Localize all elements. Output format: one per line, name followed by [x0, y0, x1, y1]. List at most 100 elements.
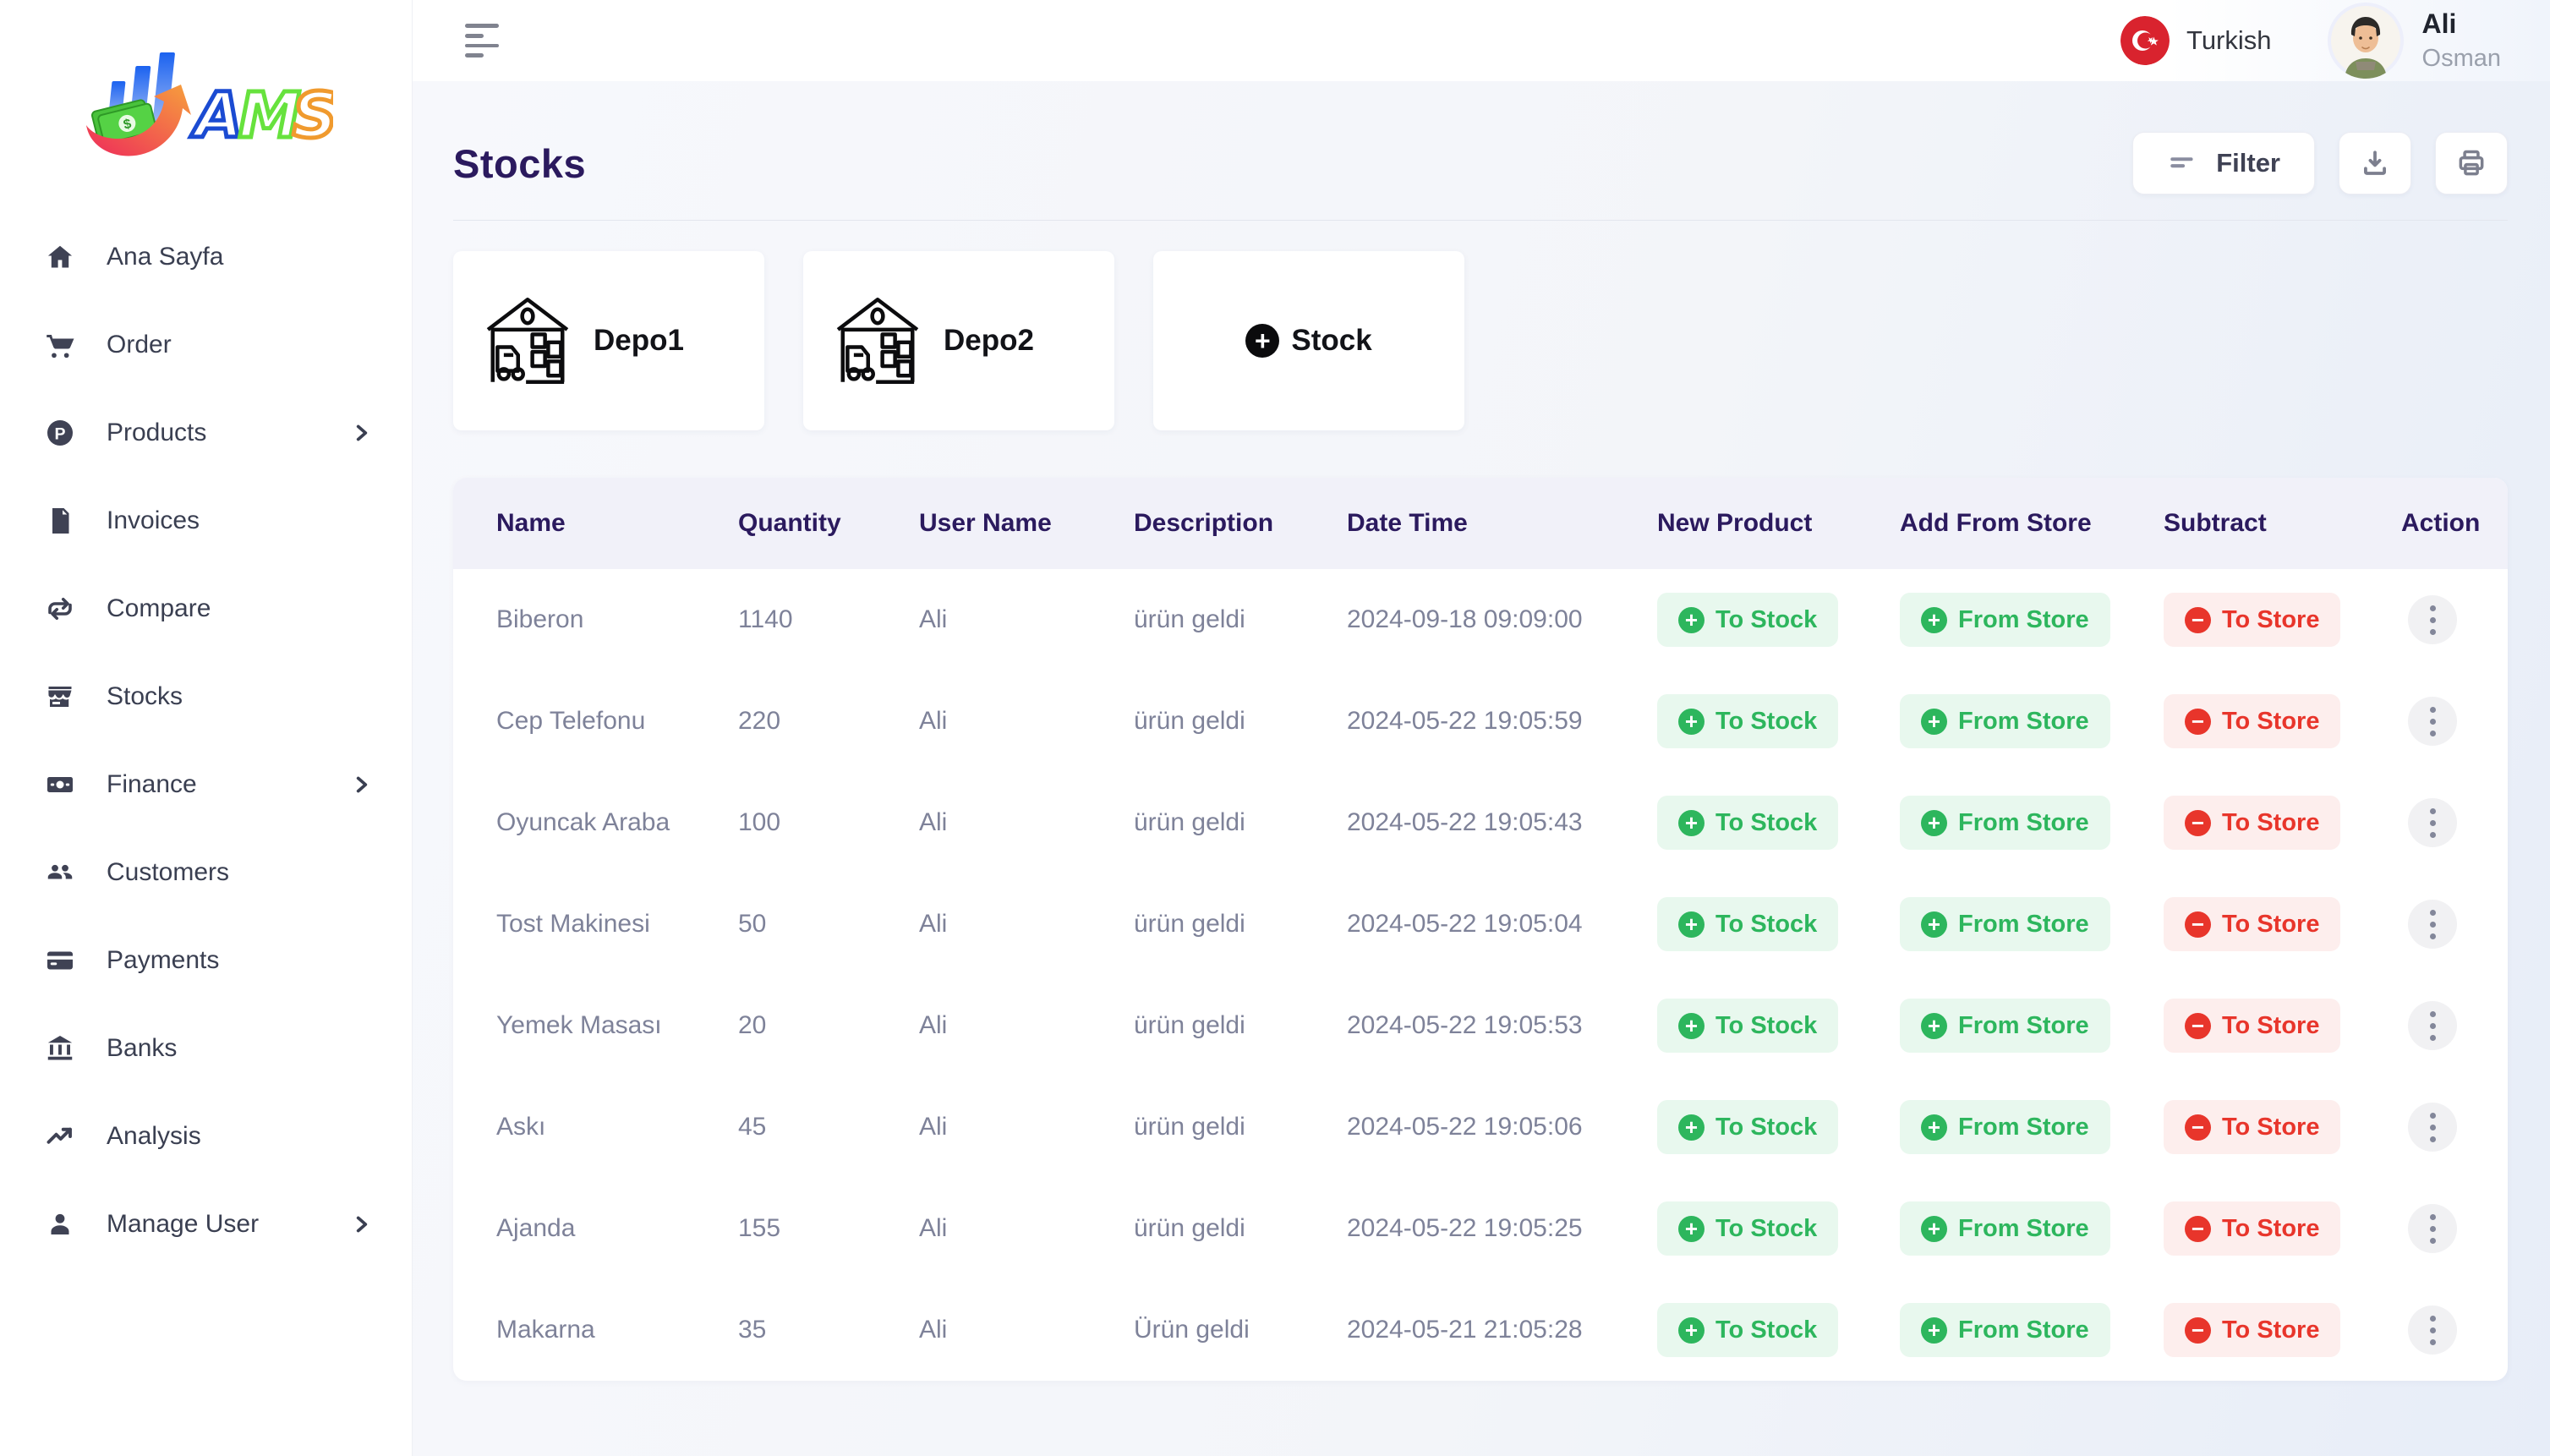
- depot-card-depo2[interactable]: Depo2: [803, 251, 1114, 430]
- cell-user-name: Ali: [919, 605, 1134, 634]
- sidebar-item-compare[interactable]: Compare: [0, 565, 412, 653]
- sidebar-item-analysis[interactable]: Analysis: [0, 1092, 412, 1180]
- sidebar-item-order[interactable]: Order: [0, 301, 412, 389]
- sidebar-item-manage-user[interactable]: Manage User: [0, 1180, 412, 1268]
- user-meta: Ali Osman: [2422, 8, 2501, 73]
- from-store-button[interactable]: + From Store: [1900, 1303, 2110, 1357]
- credit-card-icon: [42, 943, 78, 978]
- row-actions-button[interactable]: [2408, 1103, 2457, 1152]
- main-area: Turkish Ali: [413, 0, 2550, 1456]
- chevron-right-icon: [351, 774, 373, 796]
- sidebar-item-label: Stocks: [107, 682, 183, 711]
- cell-user-name: Ali: [919, 808, 1134, 837]
- download-button[interactable]: [2339, 132, 2411, 194]
- to-stock-button[interactable]: + To Stock: [1657, 1201, 1838, 1256]
- to-store-button[interactable]: − To Store: [2164, 593, 2340, 647]
- to-stock-label: To Stock: [1716, 1114, 1817, 1141]
- depot-cards: Depo1 Depo2 +: [453, 251, 2508, 430]
- from-store-button[interactable]: + From Store: [1900, 593, 2110, 647]
- cell-description: Ürün geldi: [1134, 1316, 1347, 1344]
- to-stock-button[interactable]: + To Stock: [1657, 1303, 1838, 1357]
- cell-description: ürün geldi: [1134, 1214, 1347, 1243]
- plus-circle-icon: +: [1245, 324, 1279, 358]
- menu-toggle-icon[interactable]: [465, 24, 502, 57]
- minus-circle-icon: −: [2185, 709, 2211, 735]
- cell-date-time: 2024-09-18 09:09:00: [1347, 605, 1657, 634]
- plus-circle-icon: +: [1678, 607, 1705, 633]
- compare-icon: [42, 591, 78, 627]
- sidebar-item-customers[interactable]: Customers: [0, 829, 412, 917]
- user-menu[interactable]: Ali Osman: [2328, 3, 2501, 79]
- cell-quantity: 35: [738, 1316, 919, 1344]
- header-divider: [453, 220, 2508, 221]
- minus-circle-icon: −: [2185, 1013, 2211, 1039]
- row-actions-button[interactable]: [2408, 1204, 2457, 1253]
- sidebar-item-invoices[interactable]: Invoices: [0, 477, 412, 565]
- col-header-subtract: Subtract: [2164, 509, 2401, 538]
- to-stock-button[interactable]: + To Stock: [1657, 796, 1838, 850]
- print-button[interactable]: [2435, 132, 2508, 194]
- from-store-button[interactable]: + From Store: [1900, 999, 2110, 1053]
- sidebar-item-label: Banks: [107, 1034, 177, 1063]
- cell-name: Askı: [496, 1113, 738, 1141]
- row-actions-button[interactable]: [2408, 697, 2457, 746]
- to-stock-button[interactable]: + To Stock: [1657, 1100, 1838, 1154]
- plus-circle-icon: +: [1921, 911, 1947, 938]
- to-store-button[interactable]: − To Store: [2164, 1201, 2340, 1256]
- to-store-label: To Store: [2222, 1012, 2319, 1040]
- chevron-right-icon: [351, 422, 373, 444]
- depot-card-depo1[interactable]: Depo1: [453, 251, 764, 430]
- warehouse-icon: [827, 292, 928, 390]
- language-selector[interactable]: Turkish: [2120, 16, 2271, 65]
- to-stock-button[interactable]: + To Stock: [1657, 897, 1838, 951]
- filter-button[interactable]: Filter: [2132, 132, 2315, 194]
- sidebar-item-ana-sayfa[interactable]: Ana Sayfa: [0, 213, 412, 301]
- cell-quantity: 50: [738, 910, 919, 939]
- bank-icon: [42, 1031, 78, 1066]
- from-store-button[interactable]: + From Store: [1900, 796, 2110, 850]
- row-actions-button[interactable]: [2408, 1305, 2457, 1355]
- row-actions-button[interactable]: [2408, 798, 2457, 847]
- to-store-button[interactable]: − To Store: [2164, 1303, 2340, 1357]
- cell-date-time: 2024-05-22 19:05:53: [1347, 1011, 1657, 1040]
- to-store-button[interactable]: − To Store: [2164, 694, 2340, 748]
- turkish-flag-icon: [2120, 16, 2170, 65]
- to-stock-button[interactable]: + To Stock: [1657, 593, 1838, 647]
- sidebar-item-payments[interactable]: Payments: [0, 917, 412, 1004]
- from-store-label: From Store: [1958, 1215, 2089, 1243]
- from-store-button[interactable]: + From Store: [1900, 694, 2110, 748]
- to-store-label: To Store: [2222, 1215, 2319, 1243]
- to-stock-button[interactable]: + To Stock: [1657, 694, 1838, 748]
- cell-user-name: Ali: [919, 707, 1134, 736]
- row-actions-button[interactable]: [2408, 900, 2457, 949]
- cell-description: ürün geldi: [1134, 707, 1347, 736]
- to-store-button[interactable]: − To Store: [2164, 999, 2340, 1053]
- to-store-button[interactable]: − To Store: [2164, 796, 2340, 850]
- topbar: Turkish Ali: [413, 0, 2550, 81]
- col-header-action: Action: [2401, 509, 2482, 538]
- sidebar-item-label: Ana Sayfa: [107, 243, 223, 271]
- to-store-button[interactable]: − To Store: [2164, 897, 2340, 951]
- sidebar-item-banks[interactable]: Banks: [0, 1004, 412, 1092]
- col-header-description: Description: [1134, 509, 1347, 538]
- sidebar-item-stocks[interactable]: Stocks: [0, 653, 412, 741]
- from-store-button[interactable]: + From Store: [1900, 897, 2110, 951]
- row-actions-button[interactable]: [2408, 595, 2457, 644]
- home-icon: [42, 239, 78, 275]
- to-store-label: To Store: [2222, 1316, 2319, 1344]
- chevron-right-icon: [351, 1213, 373, 1235]
- to-stock-button[interactable]: + To Stock: [1657, 999, 1838, 1053]
- user-name: Ali: [2422, 8, 2501, 40]
- cell-name: Tost Makinesi: [496, 910, 738, 939]
- to-store-button[interactable]: − To Store: [2164, 1100, 2340, 1154]
- plus-circle-icon: +: [1921, 1114, 1947, 1141]
- sidebar-item-finance[interactable]: Finance: [0, 741, 412, 829]
- add-stock-card[interactable]: + Stock: [1153, 251, 1464, 430]
- from-store-button[interactable]: + From Store: [1900, 1201, 2110, 1256]
- cell-user-name: Ali: [919, 1214, 1134, 1243]
- from-store-button[interactable]: + From Store: [1900, 1100, 2110, 1154]
- sidebar-item-products[interactable]: P Products: [0, 389, 412, 477]
- avatar: [2328, 3, 2404, 79]
- row-actions-button[interactable]: [2408, 1001, 2457, 1050]
- minus-circle-icon: −: [2185, 810, 2211, 836]
